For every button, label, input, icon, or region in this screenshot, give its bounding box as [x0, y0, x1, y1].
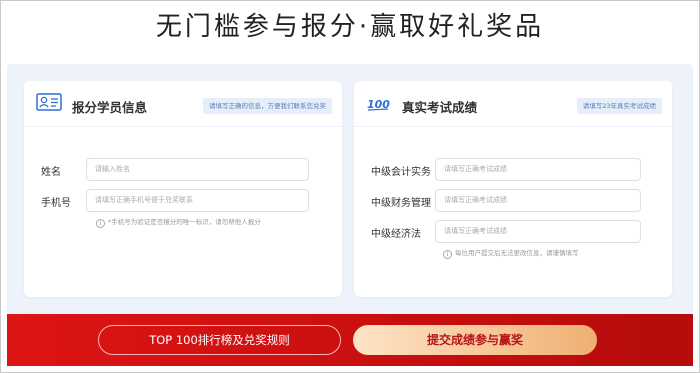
score-card-header: 100 真实考试成绩 请填写23年真实考试成绩: [354, 81, 672, 127]
info-icon: i: [96, 219, 105, 228]
score-note-text: 每位用户提交后无法更改信息，请谨慎填写: [455, 249, 579, 257]
name-label: 姓名: [41, 167, 61, 178]
score-note: i 每位用户提交后无法更改信息，请谨慎填写: [443, 248, 579, 259]
score-row-economic-law: 中级经济法 请填写正确考试成绩: [354, 220, 672, 243]
score-title: 真实考试成绩: [402, 100, 478, 115]
100-score-icon: 100: [367, 96, 391, 115]
phone-note: i *手机号为验证是否报分的唯一标识，请勿帮他人报分: [96, 217, 261, 228]
score-card: 100 真实考试成绩 请填写23年真实考试成绩 中级会计实务 请填写正确考试成绩…: [354, 81, 672, 297]
student-info-card: 报分学员信息 请填写正确的信息，方便我们联系您兑奖 姓名 请输入姓名 手机号 请…: [24, 81, 342, 297]
student-info-title: 报分学员信息: [72, 100, 148, 115]
ranking-rules-button[interactable]: TOP 100排行榜及兑奖规则: [98, 325, 341, 355]
phone-note-text: *手机号为验证是否报分的唯一标识，请勿帮他人报分: [108, 218, 261, 226]
student-info-card-header: 报分学员信息 请填写正确的信息，方便我们联系您兑奖: [24, 81, 342, 127]
submit-score-button[interactable]: 提交成绩参与赢奖: [353, 325, 597, 355]
score-row-accounting: 中级会计实务 请填写正确考试成绩: [354, 158, 672, 181]
page-title: 无门槛参与报分·赢取好礼奖品: [155, 12, 545, 42]
student-info-hint-badge: 请填写正确的信息，方便我们联系您兑奖: [203, 98, 332, 114]
finance-label: 中级财务管理: [371, 198, 431, 209]
name-input[interactable]: 请输入姓名: [86, 158, 309, 181]
finance-score-input[interactable]: 请填写正确考试成绩: [435, 189, 641, 212]
phone-label: 手机号: [41, 198, 71, 209]
id-card-icon: [36, 93, 62, 115]
score-row-finance: 中级财务管理 请填写正确考试成绩: [354, 189, 672, 212]
phone-row: 手机号 请填写正确手机号便于兑奖联系: [24, 189, 342, 212]
economic-law-label: 中级经济法: [371, 229, 421, 240]
score-hint-badge: 请填写23年真实考试成绩: [576, 98, 662, 114]
phone-input[interactable]: 请填写正确手机号便于兑奖联系: [86, 189, 309, 212]
name-row: 姓名 请输入姓名: [24, 158, 342, 181]
economic-law-score-input[interactable]: 请填写正确考试成绩: [435, 220, 641, 243]
accounting-score-input[interactable]: 请填写正确考试成绩: [435, 158, 641, 181]
info-icon: i: [443, 250, 452, 259]
accounting-label: 中级会计实务: [371, 167, 431, 178]
